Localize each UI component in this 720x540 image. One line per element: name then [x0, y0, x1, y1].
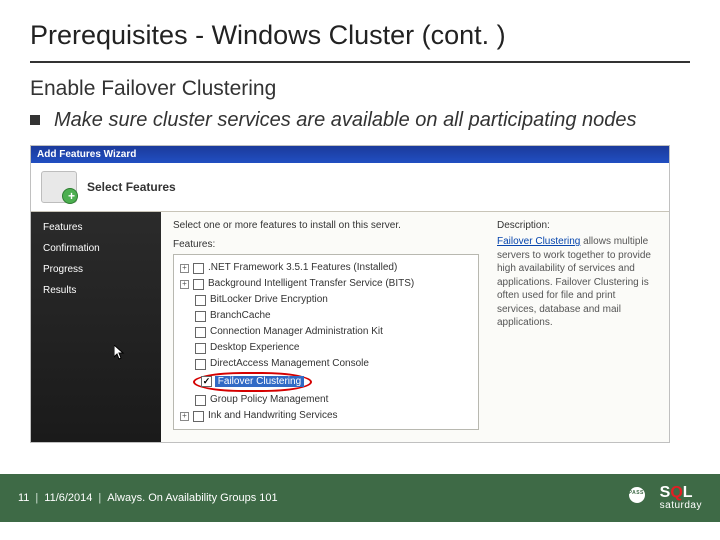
tree-node-gpm[interactable]: Group Policy Management	[180, 392, 472, 408]
checkbox[interactable]	[193, 411, 204, 422]
expand-icon[interactable]: +	[180, 280, 189, 289]
expand-icon[interactable]: +	[180, 412, 189, 421]
pass-text: PASS	[629, 490, 644, 496]
tree-label-selected: Failover Clustering	[215, 376, 304, 387]
checkbox[interactable]	[195, 359, 206, 370]
wizard-header: Select Features	[31, 163, 669, 212]
footer-date: 11/6/2014	[44, 492, 92, 504]
expand-icon[interactable]: +	[180, 264, 189, 273]
slide-subtitle: Enable Failover Clustering	[30, 77, 690, 101]
slide-content: Prerequisites - Windows Cluster (cont. )…	[0, 0, 720, 443]
page-number: 11	[18, 492, 29, 504]
tree-node-bits[interactable]: + Background Intelligent Transfer Service…	[180, 276, 472, 292]
sql-saturday-logo: PASS SQL saturday	[626, 484, 702, 512]
description-body: allows multiple servers to work together…	[497, 236, 651, 328]
logo-sql: SQL	[660, 484, 693, 501]
footer-title: Always. On Availability Groups 101	[107, 492, 277, 504]
instruction-text: Select one or more features to install o…	[173, 220, 479, 231]
bullet-text: Make sure cluster services are available…	[52, 107, 637, 133]
tree-label: Desktop Experience	[210, 340, 300, 356]
footer-bar: 11 | 11/6/2014 | Always. On Availability…	[0, 474, 720, 522]
wizard-header-text: Select Features	[87, 180, 176, 194]
logo-text: SQL saturday	[660, 485, 702, 511]
wizard-sidebar: Features Confirmation Progress Results	[31, 212, 161, 442]
separator: |	[35, 492, 38, 504]
tree-node-branch[interactable]: BranchCache	[180, 308, 472, 324]
tree-label: BranchCache	[210, 308, 271, 324]
tree-node-failover[interactable]: Failover Clustering	[180, 372, 472, 392]
checkbox[interactable]	[195, 343, 206, 354]
checkbox[interactable]	[195, 395, 206, 406]
sidebar-item-progress[interactable]: Progress	[43, 264, 149, 275]
footer-left: 11 | 11/6/2014 | Always. On Availability…	[18, 492, 278, 504]
features-label: Features:	[173, 239, 479, 250]
description-label: Description:	[497, 220, 657, 231]
slide-title: Prerequisites - Windows Cluster (cont. )	[30, 20, 690, 63]
checkbox[interactable]	[193, 263, 204, 274]
highlight-oval: Failover Clustering	[193, 372, 312, 392]
sidebar-item-results[interactable]: Results	[43, 285, 149, 296]
add-feature-icon	[41, 171, 77, 203]
magnifier-icon: PASS	[626, 484, 654, 512]
description-panel: Description: Failover Clustering allows …	[497, 220, 657, 430]
tree-label: .NET Framework 3.5.1 Features (Installed…	[208, 260, 397, 276]
features-panel: Select one or more features to install o…	[173, 220, 479, 430]
logo-saturday: saturday	[660, 501, 702, 511]
tree-label: Group Policy Management	[210, 392, 328, 408]
tree-label: DirectAccess Management Console	[210, 356, 369, 372]
checkbox[interactable]	[195, 295, 206, 306]
bullet-item: Make sure cluster services are available…	[30, 107, 690, 133]
separator: |	[98, 492, 101, 504]
tree-label: Ink and Handwriting Services	[208, 408, 338, 424]
checkbox[interactable]	[195, 327, 206, 338]
add-features-wizard-window: Add Features Wizard Select Features Feat…	[30, 145, 670, 443]
sidebar-item-confirmation[interactable]: Confirmation	[43, 243, 149, 254]
tree-node-damc[interactable]: DirectAccess Management Console	[180, 356, 472, 372]
wizard-body: Features Confirmation Progress Results S…	[31, 212, 669, 442]
tree-node-ink[interactable]: + Ink and Handwriting Services	[180, 408, 472, 424]
checkbox[interactable]	[193, 279, 204, 290]
failover-clustering-link[interactable]: Failover Clustering	[497, 236, 580, 247]
tree-label: Connection Manager Administration Kit	[210, 324, 383, 340]
tree-node-net[interactable]: + .NET Framework 3.5.1 Features (Installe…	[180, 260, 472, 276]
features-tree[interactable]: + .NET Framework 3.5.1 Features (Installe…	[173, 254, 479, 430]
sidebar-item-features[interactable]: Features	[43, 222, 149, 233]
checkbox[interactable]	[195, 311, 206, 322]
window-titlebar: Add Features Wizard	[31, 146, 669, 163]
tree-node-bitlocker[interactable]: BitLocker Drive Encryption	[180, 292, 472, 308]
wizard-content: Select one or more features to install o…	[161, 212, 669, 442]
tree-label: BitLocker Drive Encryption	[210, 292, 328, 308]
checkbox-checked[interactable]	[201, 376, 212, 387]
tree-node-desktop[interactable]: Desktop Experience	[180, 340, 472, 356]
description-text: Failover Clustering allows multiple serv…	[497, 235, 657, 330]
tree-label: Background Intelligent Transfer Service …	[208, 276, 414, 292]
bullet-icon	[30, 115, 40, 125]
tree-node-cmak[interactable]: Connection Manager Administration Kit	[180, 324, 472, 340]
